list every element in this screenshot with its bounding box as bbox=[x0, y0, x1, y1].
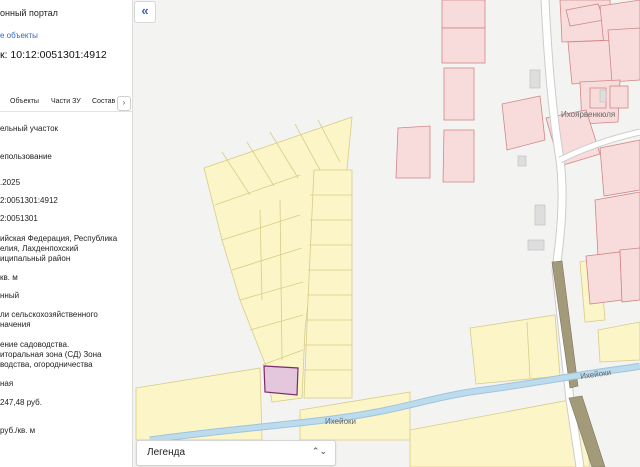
portal-title: онный портал bbox=[0, 8, 58, 18]
field-category-1: ли сельскохозяйственного bbox=[0, 310, 98, 319]
field-address-2: елия, Лахденпохский bbox=[0, 244, 79, 253]
field-cad-number: 2:0051301:4912 bbox=[0, 196, 58, 205]
field-area: кв. м bbox=[0, 273, 18, 282]
info-panel: онный портал е объекты к: 10:12:0051301:… bbox=[0, 0, 133, 467]
legend-label: Легенда bbox=[147, 447, 186, 458]
field-permitted-use-3: водства, огородничества bbox=[0, 360, 93, 369]
field-cad-quarter: 2:0051301 bbox=[0, 214, 38, 223]
objects-link[interactable]: е объекты bbox=[0, 31, 38, 41]
field-address-3: иципальный район bbox=[0, 254, 71, 263]
chevron-right-icon[interactable]: › bbox=[117, 96, 131, 111]
tab-objects[interactable]: Объекты bbox=[10, 98, 39, 105]
field-permitted-use-1: ение садоводства. bbox=[0, 340, 70, 349]
tab-composition[interactable]: Состав bbox=[92, 98, 115, 105]
field-address-1: ийская Федерация, Республика bbox=[0, 234, 118, 243]
field-permitted-use-2: иторальная зона (СД) Зона bbox=[0, 350, 102, 359]
tab-parts[interactable]: Части ЗУ bbox=[51, 98, 81, 105]
cadastral-number: к: 10:12:0051301:4912 bbox=[0, 49, 107, 61]
field-ownership: ная bbox=[0, 379, 14, 388]
field-date: .2025 bbox=[0, 178, 21, 187]
chevron-updown-icon: ⌃⌄ bbox=[311, 446, 327, 456]
field-status: нный bbox=[0, 291, 20, 300]
double-chevron-left-icon[interactable]: « bbox=[134, 1, 156, 23]
field-type: ельный участок bbox=[0, 124, 59, 133]
legend-dropdown[interactable]: Легенда ⌃⌄ bbox=[136, 440, 336, 466]
field-category-2: начения bbox=[0, 320, 31, 329]
panel-tabs: Объекты Части ЗУ Состав › bbox=[0, 95, 132, 112]
village-label: Ихоярвенкюля bbox=[561, 110, 615, 119]
field-specific-value: руб./кв. м bbox=[0, 426, 36, 435]
river-label-west: Ихейоки bbox=[325, 417, 356, 426]
field-cadastral-value: 247,48 руб. bbox=[0, 398, 42, 407]
selected-parcel[interactable] bbox=[263, 365, 299, 396]
field-usage: епользование bbox=[0, 152, 52, 161]
